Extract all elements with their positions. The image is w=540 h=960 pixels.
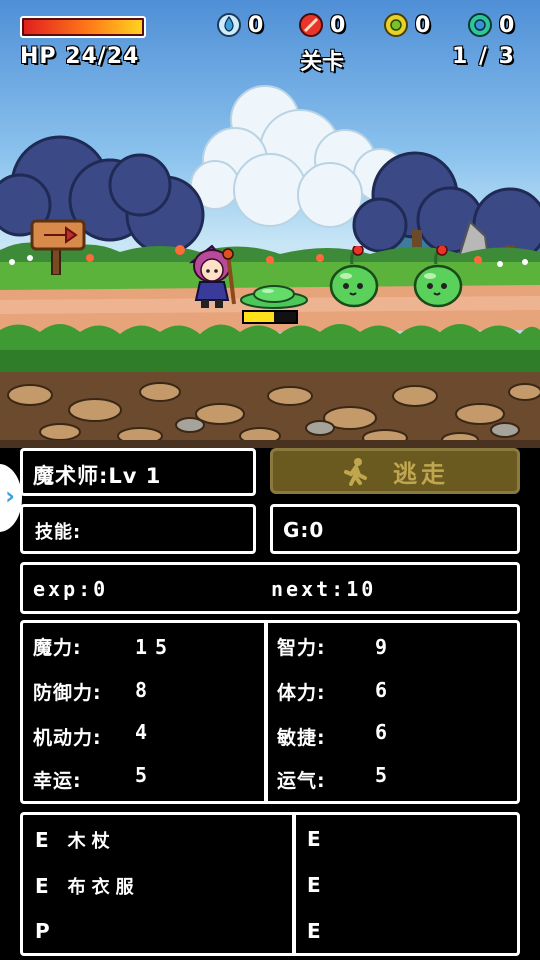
player-hp-fill: [24, 20, 142, 34]
chevron-right-icon: ›: [5, 482, 15, 510]
exp-panel: exp:0 next:10: [20, 562, 520, 614]
equipment-divider: [292, 815, 296, 953]
stat-label-stamina: 体力:: [277, 682, 326, 704]
skills-label: 技能:: [35, 522, 82, 543]
equip-slot-left-2[interactable]: E 布衣服: [35, 873, 140, 899]
stat-label-defense: 防御力:: [33, 682, 102, 704]
side-menu-tab[interactable]: ›: [0, 464, 22, 532]
stat-label-mobility: 机动力:: [33, 727, 102, 749]
stat-label-magic: 魔力:: [33, 637, 82, 659]
equip-item-name: 木杖: [67, 831, 116, 852]
player-hp-bar: [20, 16, 146, 38]
flee-button-label: 逃走: [393, 459, 449, 488]
stat-value-stamina: 6: [375, 678, 389, 702]
skills-panel: 技能:: [20, 504, 256, 554]
wind-gem-counter: 0: [467, 12, 514, 38]
equip-slot-left-1[interactable]: E 木杖: [35, 827, 116, 853]
water-gem-counter: 0: [216, 12, 263, 38]
fire-gem-counter: 0: [298, 12, 345, 38]
equip-slot-marker: E: [307, 827, 322, 851]
stat-label-intelligence: 智力:: [277, 637, 326, 659]
stat-label-fortune: 运气:: [277, 770, 326, 792]
defeated-slime: [240, 285, 308, 309]
equip-slot-marker: E: [307, 919, 322, 943]
equip-slot-marker: E: [35, 874, 50, 898]
stat-value-intelligence: 9: [375, 635, 389, 659]
gold-text: G:0: [283, 518, 325, 542]
water-gem-count: 0: [248, 12, 264, 38]
hp-text: HP 24/24: [20, 44, 140, 69]
next-exp-text: next:10: [271, 577, 377, 601]
equip-item-name: 布衣服: [67, 877, 140, 898]
enemy-hp-fill: [244, 312, 275, 322]
exp-text: exp:0: [33, 577, 109, 601]
stat-value-magic: 15: [135, 635, 176, 659]
earth-gem-count: 0: [415, 12, 431, 38]
fire-gem-count: 0: [330, 12, 346, 38]
stats-divider: [264, 623, 268, 801]
fire-gem-icon: [299, 13, 323, 37]
equip-slot-right-1[interactable]: E: [307, 827, 322, 851]
slime-enemy-2[interactable]: [412, 246, 464, 308]
equip-slot-right-3[interactable]: E: [307, 919, 322, 943]
player-character: [188, 244, 236, 308]
stage-progress: 1 / 3: [452, 44, 516, 69]
equip-slot-marker: P: [35, 919, 51, 943]
earth-gem-counter: 0: [383, 12, 430, 38]
equip-slot-left-3[interactable]: P: [35, 919, 61, 943]
enemy-hp-bar: [242, 310, 298, 324]
running-figure-icon: [344, 458, 367, 486]
gold-panel: G:0: [270, 504, 520, 554]
stat-value-luck: 5: [135, 763, 149, 787]
stage-label: 关卡: [300, 50, 345, 75]
wind-gem-icon: [468, 13, 492, 37]
equip-slot-marker: E: [307, 873, 322, 897]
stat-label-luck: 幸运:: [33, 770, 82, 792]
class-level-text: 魔术师:Lv 1: [33, 464, 162, 488]
stat-value-mobility: 4: [135, 720, 149, 744]
equip-slot-right-2[interactable]: E: [307, 873, 322, 897]
water-gem-icon: [217, 13, 241, 37]
equipment-panel: E 木杖 E 布衣服 P E E E: [20, 812, 520, 956]
equip-slot-marker: E: [35, 828, 50, 852]
stat-value-agility: 6: [375, 720, 389, 744]
wind-gem-count: 0: [499, 12, 515, 38]
flee-button[interactable]: 逃走: [270, 448, 520, 494]
stat-value-defense: 8: [135, 678, 149, 702]
slime-enemy-1[interactable]: [328, 246, 380, 308]
stat-label-agility: 敏捷:: [277, 727, 326, 749]
earth-gem-icon: [384, 13, 408, 37]
class-level-panel: 魔术师:Lv 1: [20, 448, 256, 496]
signpost: [30, 219, 86, 275]
stat-value-fortune: 5: [375, 763, 389, 787]
stats-panel: 魔力: 15 防御力: 8 机动力: 4 幸运: 5 智力: 9 体力: 6 敏…: [20, 620, 520, 804]
